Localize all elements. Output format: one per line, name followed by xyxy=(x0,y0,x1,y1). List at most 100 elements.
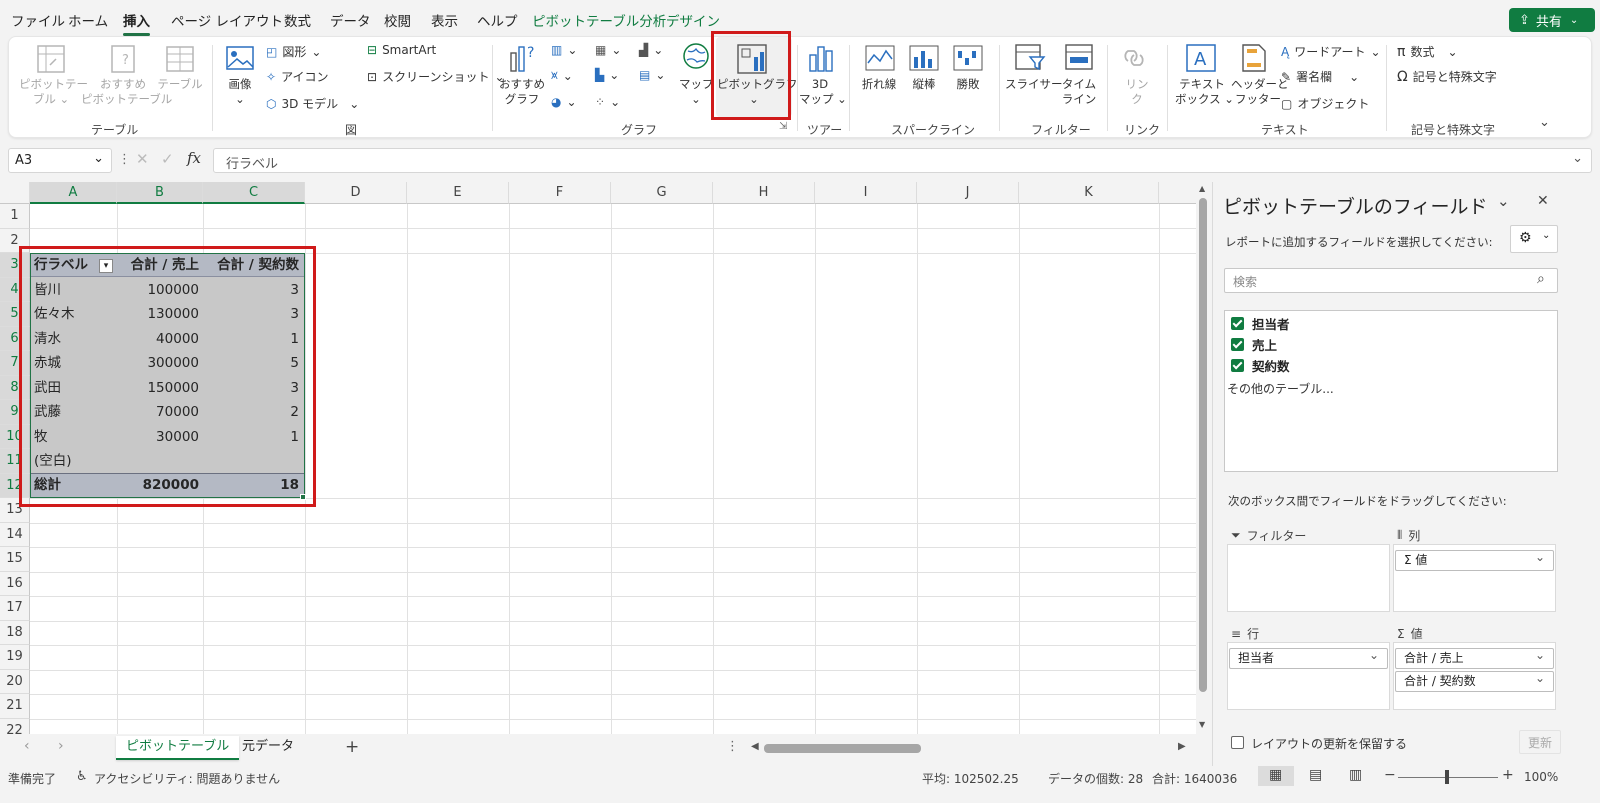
column-header[interactable]: D xyxy=(305,182,407,204)
column-header[interactable]: G xyxy=(611,182,713,204)
name-box[interactable]: A3 ⌄ xyxy=(8,148,112,173)
image-button[interactable]: 画像 ⌄ xyxy=(223,77,257,107)
column-header[interactable]: H xyxy=(713,182,815,204)
row-header[interactable]: 14 xyxy=(0,522,30,547)
values-item[interactable]: 合計 / 売上 xyxy=(1395,646,1554,669)
function-icon[interactable]: fx xyxy=(187,149,201,167)
scatter-chart-button[interactable]: ⁘ ⌄ xyxy=(595,95,620,109)
3d-models-button[interactable]: ⬡ 3D モデル ⌄ xyxy=(266,95,359,112)
timeline-button[interactable]: タイム ライン xyxy=(1059,77,1099,107)
symbol-button[interactable]: Ω 記号と特殊文字 xyxy=(1397,68,1497,85)
page-layout-view-icon[interactable]: ▤ xyxy=(1309,767,1322,783)
menu-help[interactable]: ヘルプ xyxy=(477,10,518,30)
row-header[interactable]: 18 xyxy=(0,620,30,645)
sparkline-line-button[interactable]: 折れ線 xyxy=(857,77,901,92)
link-button[interactable]: リン ク xyxy=(1121,77,1153,107)
statistic-chart-button[interactable]: ▙ ⌄ xyxy=(595,68,619,82)
checkbox-checked[interactable] xyxy=(1231,338,1244,351)
object-button[interactable]: ▢ オブジェクト xyxy=(1281,95,1369,112)
collapse-ribbon-icon[interactable]: ⌄ xyxy=(1539,115,1550,130)
line-chart-button[interactable]: ⩙ ⌄ xyxy=(551,68,573,83)
add-sheet-icon[interactable]: + xyxy=(345,737,359,757)
select-all[interactable] xyxy=(0,182,30,204)
field-search-input[interactable]: 検索 ⌕ xyxy=(1224,268,1558,293)
sparkline-column-button[interactable]: 縦棒 xyxy=(905,77,943,92)
checkbox-checked[interactable] xyxy=(1231,359,1244,372)
close-icon[interactable]: ✕ xyxy=(1537,193,1549,209)
sparkline-winloss-button[interactable]: 勝敗 xyxy=(949,77,987,92)
sheet-tab-source[interactable]: 元データ xyxy=(232,736,304,760)
row-header[interactable]: 19 xyxy=(0,645,30,670)
menu-data[interactable]: データ xyxy=(330,10,371,30)
header-footer-button[interactable]: ヘッダーと フッター xyxy=(1231,77,1289,107)
row-header[interactable]: 16 xyxy=(0,571,30,596)
menu-insert[interactable]: 挿入 xyxy=(123,10,150,36)
menu-view[interactable]: 表示 xyxy=(431,10,458,30)
more-icon[interactable]: ⋮ xyxy=(726,739,739,754)
accessibility-status[interactable]: アクセシビリティ: 問題ありません xyxy=(94,770,280,787)
field-item[interactable]: 契約数 xyxy=(1231,356,1290,375)
defer-update-checkbox[interactable] xyxy=(1231,736,1244,749)
column-header[interactable]: A xyxy=(30,182,117,204)
hierarchy-chart-button[interactable]: ▦ ⌄ xyxy=(595,43,621,57)
formula-input[interactable]: 行ラベル ⌄ xyxy=(213,148,1592,173)
menu-pivot-analyze[interactable]: ピボットテーブル分析 xyxy=(532,10,666,30)
table-button[interactable]: テーブル xyxy=(157,77,203,92)
row-header[interactable]: 20 xyxy=(0,669,30,694)
zoom-in-icon[interactable]: + xyxy=(1502,767,1514,783)
shapes-button[interactable]: ◰ 図形 ⌄ xyxy=(266,43,321,60)
column-header[interactable]: K xyxy=(1019,182,1159,204)
menu-design[interactable]: デザイン xyxy=(666,10,720,30)
row-header[interactable]: 15 xyxy=(0,547,30,572)
column-header[interactable]: B xyxy=(117,182,203,204)
zoom-slider-thumb[interactable] xyxy=(1445,770,1449,784)
zoom-level[interactable]: 100% xyxy=(1524,770,1558,784)
scroll-down-icon[interactable]: ▼ xyxy=(1199,720,1205,729)
tools-button[interactable]: ⚙ ⌄ xyxy=(1510,225,1558,253)
screenshot-button[interactable]: ⊡ スクリーンショット ⌄ xyxy=(367,68,505,85)
column-chart-button[interactable]: ▥ ⌄ xyxy=(551,43,577,57)
smartart-button[interactable]: ⊟ SmartArt xyxy=(367,43,436,57)
recommended-pivot-button[interactable]: おすすめ ピボットテーブル xyxy=(81,77,172,107)
share-button[interactable]: ⇪ 共有 ⌄ xyxy=(1509,8,1595,32)
menu-home[interactable]: ホーム xyxy=(68,10,108,30)
3d-map-button[interactable]: 3D マップ ⌄ xyxy=(799,77,847,107)
next-sheet-icon[interactable]: › xyxy=(58,738,64,754)
vertical-scrollbar[interactable]: ▲ ▼ xyxy=(1196,182,1210,734)
equation-button[interactable]: π 数式 ⌄ xyxy=(1397,43,1458,60)
scroll-left-icon[interactable]: ◀ xyxy=(751,741,759,752)
waterfall-chart-button[interactable]: ▟ ⌄ xyxy=(639,43,663,57)
recommended-charts-button[interactable]: おすすめ グラフ xyxy=(499,77,545,107)
pivot-table-button[interactable]: ピボットテー ブル ⌄ xyxy=(19,77,88,107)
spreadsheet-grid[interactable]: A B C D E F G H I J K 1 2 3 4 5 6 7 8 9 … xyxy=(0,182,1196,734)
column-header[interactable]: I xyxy=(815,182,917,204)
scroll-up-icon[interactable]: ▲ xyxy=(1199,184,1205,193)
textbox-button[interactable]: テキスト ボックス ⌄ xyxy=(1175,77,1234,107)
dialog-launcher-icon[interactable]: ⇲ xyxy=(779,121,787,132)
column-header[interactable]: J xyxy=(917,182,1019,204)
column-header[interactable]: C xyxy=(203,182,305,204)
chevron-down-icon[interactable]: ⌄ xyxy=(1497,192,1510,210)
field-item[interactable]: 売上 xyxy=(1231,335,1277,354)
icons-button[interactable]: ✧ アイコン xyxy=(266,68,328,85)
more-tables-link[interactable]: その他のテーブル... xyxy=(1227,380,1334,397)
wordart-button[interactable]: Ą ワードアート ⌄ xyxy=(1281,43,1381,60)
menu-page-layout[interactable]: ページ レイアウト xyxy=(171,10,283,30)
check-icon[interactable]: ✓ xyxy=(161,150,174,168)
signature-line-button[interactable]: ✎ 署名欄 ⌄ xyxy=(1281,68,1359,85)
update-button[interactable]: 更新 xyxy=(1519,730,1561,754)
column-header[interactable]: E xyxy=(407,182,509,204)
column-header[interactable]: F xyxy=(509,182,611,204)
row-header[interactable]: 22 xyxy=(0,718,30,734)
slicer-button[interactable]: スライサー xyxy=(1005,77,1063,92)
field-item[interactable]: 担当者 xyxy=(1231,314,1290,333)
sheet-tab-pivot[interactable]: ピボットテーブル xyxy=(116,736,240,760)
row-header[interactable]: 17 xyxy=(0,596,30,621)
page-break-view-icon[interactable]: ▥ xyxy=(1349,767,1362,783)
map-chart-button[interactable]: マップ ⌄ xyxy=(679,77,714,107)
combo-chart-button[interactable]: ▤ ⌄ xyxy=(639,68,665,82)
rows-item[interactable]: 担当者 xyxy=(1229,646,1388,669)
cancel-icon[interactable]: ✕ xyxy=(136,150,149,168)
horizontal-scroll-thumb[interactable] xyxy=(764,744,921,753)
menu-formulas[interactable]: 数式 xyxy=(284,10,311,30)
